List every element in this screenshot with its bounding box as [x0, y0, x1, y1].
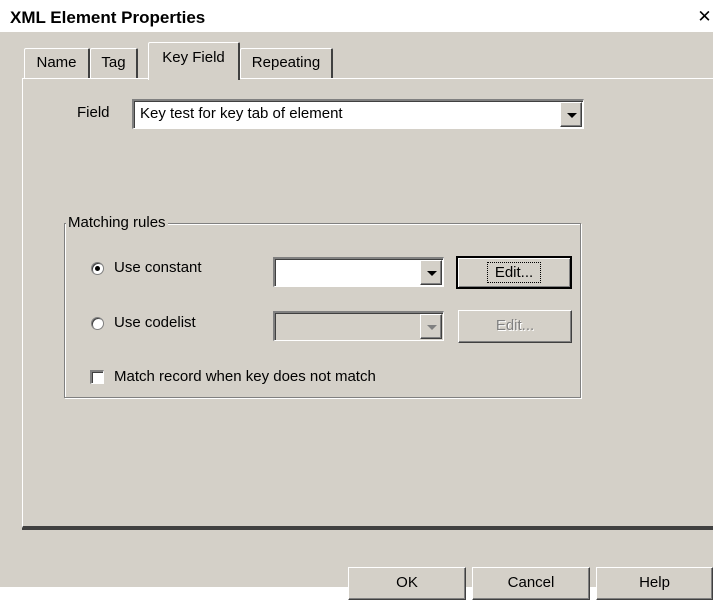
ok-label: OK [396, 574, 418, 591]
constant-edit-label: Edit... [486, 262, 542, 283]
match-record-checkbox[interactable] [90, 370, 104, 384]
chevron-down-icon[interactable] [420, 260, 442, 285]
tab-key-field[interactable]: Key Field [148, 42, 240, 80]
title-bar[interactable]: XML Element Properties ✕ [0, 0, 713, 32]
match-record-label: Match record when key does not match [114, 368, 376, 385]
tab-label: Tag [101, 54, 126, 71]
use-constant-label: Use constant [114, 259, 202, 276]
codelist-select[interactable] [273, 311, 444, 341]
dialog-window: XML Element Properties ✕ Name Tag Key Fi… [0, 0, 713, 600]
tab-name[interactable]: Name [24, 48, 90, 78]
cancel-label: Cancel [507, 574, 555, 591]
use-codelist-radio[interactable] [91, 317, 104, 330]
help-label: Help [639, 574, 670, 591]
codelist-edit-button[interactable]: Edit... [458, 310, 572, 343]
tab-label: Repeating [251, 54, 321, 71]
field-value: Key test for key tab of element [140, 105, 343, 122]
field-select[interactable]: Key test for key tab of element [132, 99, 584, 129]
chevron-down-icon[interactable] [560, 102, 582, 127]
tab-label: Key Field [162, 49, 225, 66]
cancel-button[interactable]: Cancel [472, 567, 590, 600]
field-label: Field [77, 104, 110, 121]
window-title: XML Element Properties [10, 8, 206, 27]
chevron-down-icon[interactable] [420, 314, 442, 339]
tab-label: Name [36, 54, 77, 71]
tab-tag[interactable]: Tag [90, 48, 138, 78]
help-button[interactable]: Help [596, 567, 713, 600]
panel-bottom-divider [22, 528, 713, 530]
matching-rules-legend: Matching rules [66, 214, 168, 231]
codelist-edit-label: Edit... [495, 317, 535, 334]
use-codelist-label: Use codelist [114, 314, 196, 331]
constant-select[interactable] [273, 257, 444, 287]
close-icon[interactable]: ✕ [696, 9, 713, 26]
ok-button[interactable]: OK [348, 567, 466, 600]
constant-edit-button[interactable]: Edit... [456, 256, 572, 289]
tab-repeating[interactable]: Repeating [240, 48, 333, 78]
use-constant-radio[interactable] [91, 262, 104, 275]
